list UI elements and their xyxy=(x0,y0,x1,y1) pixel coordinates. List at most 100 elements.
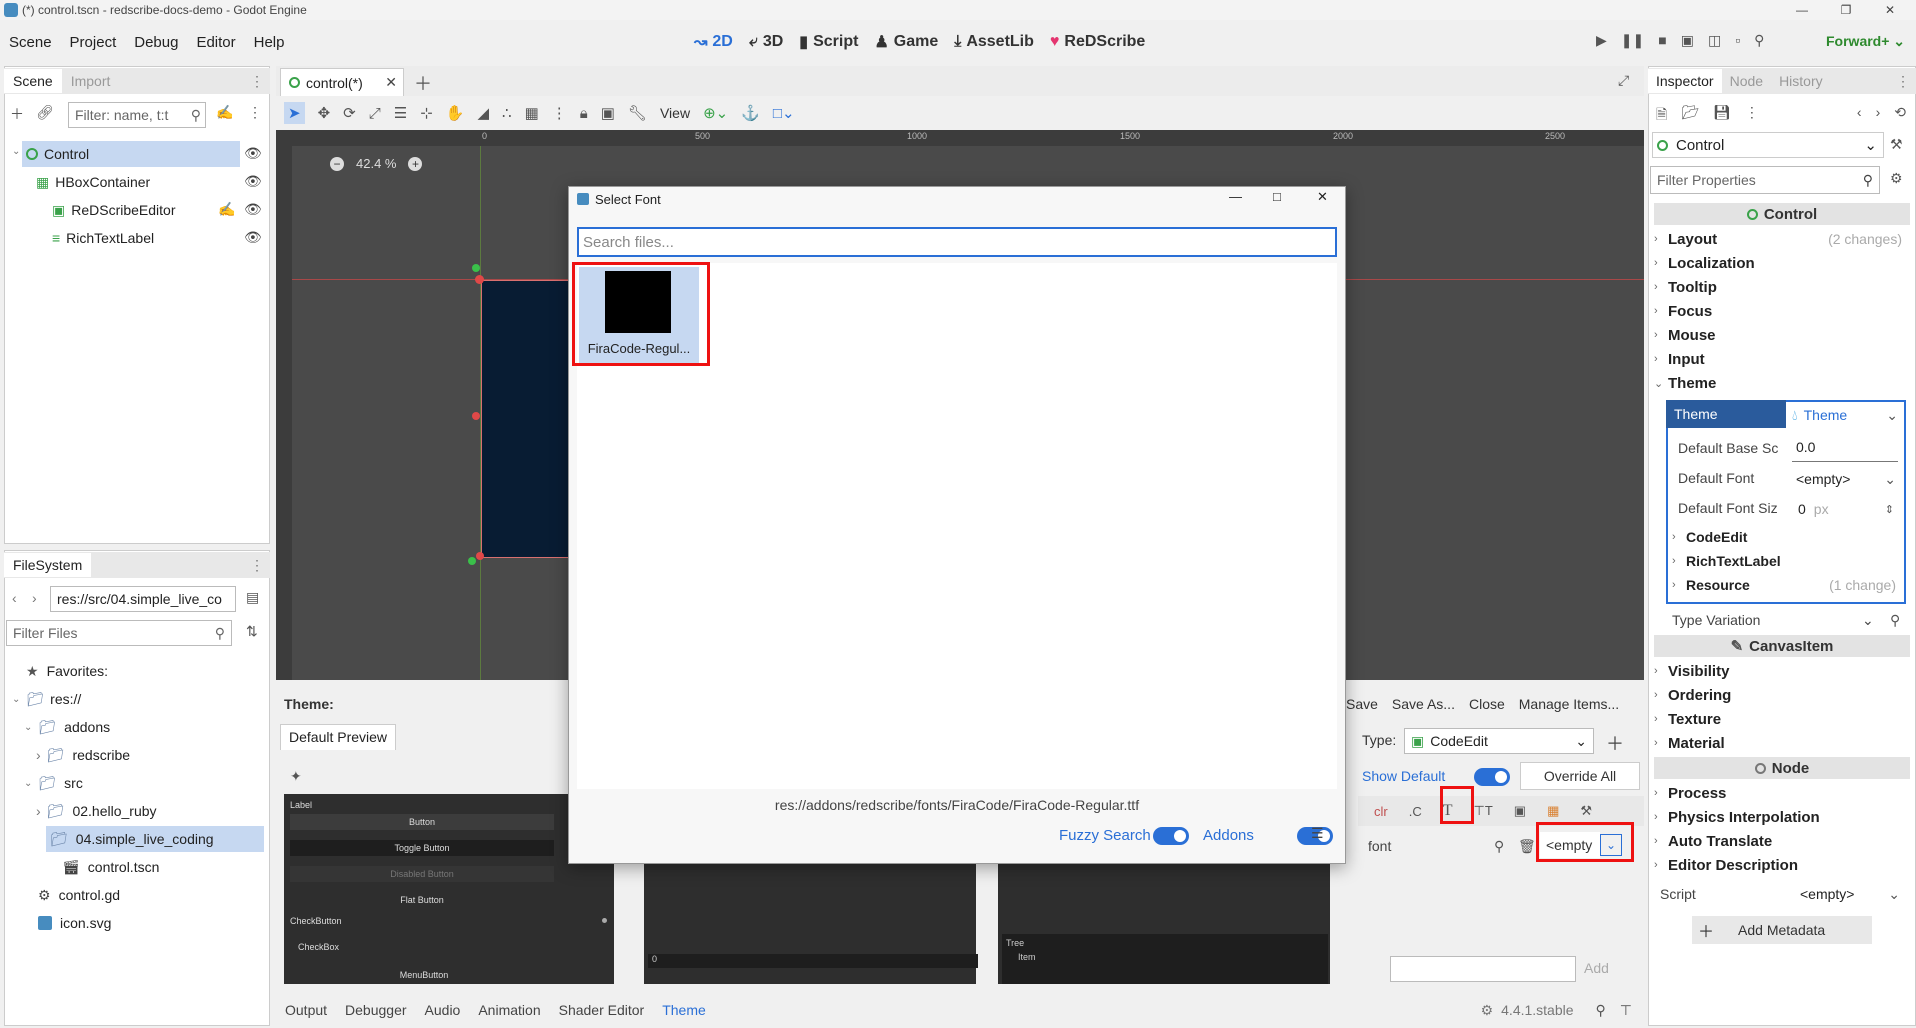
scene-filter-input[interactable]: Filter: name, t:t ⚲ xyxy=(68,102,206,128)
smart-snap-icon[interactable]: ∴ xyxy=(502,104,512,122)
default-font-size-input[interactable]: 0 px ⇕ xyxy=(1792,496,1898,522)
override-all-button[interactable]: Override All xyxy=(1520,762,1640,790)
move-tool-icon[interactable]: ✥ xyxy=(318,104,331,122)
tab-default-preview[interactable]: Default Preview xyxy=(280,724,397,750)
open-folder-icon[interactable]: 📂︎ xyxy=(1681,104,1699,128)
object-properties-icon[interactable]: ⚒ xyxy=(1890,136,1903,153)
search-files-input[interactable]: Search files... xyxy=(577,227,1337,257)
minimize-icon[interactable]: — xyxy=(1229,189,1242,204)
link-icon[interactable]: 🔗︎ xyxy=(36,104,54,124)
pin-panel-icon[interactable]: ⚲ xyxy=(1596,1002,1606,1019)
back-icon[interactable]: ‹ xyxy=(12,590,17,606)
group-ordering[interactable]: › Ordering xyxy=(1654,683,1910,707)
split-view-icon[interactable]: ▤ xyxy=(246,589,259,606)
view-menu[interactable]: View xyxy=(660,105,690,121)
add-node-icon[interactable]: ＋ xyxy=(10,104,24,124)
container-sizing-icon[interactable]: □⌄ xyxy=(773,104,795,122)
subgroup-codeedit[interactable]: › CodeEdit xyxy=(1672,525,1902,549)
menu-project[interactable]: Project xyxy=(61,34,126,51)
clapper-icon[interactable]: ▫ xyxy=(1735,32,1740,49)
pin-icon[interactable]: ⚲ xyxy=(1890,612,1900,629)
fs-addons[interactable]: ⌄ 📁︎ addons xyxy=(24,714,110,740)
font-size-items-icon[interactable]: ⊤T xyxy=(1474,803,1493,819)
maximize-icon[interactable]: □ xyxy=(1273,189,1281,204)
constant-items-icon[interactable]: .C xyxy=(1409,804,1422,819)
scene-tab-control[interactable]: control(*) ✕ xyxy=(280,68,404,96)
select-tool-icon[interactable]: ➤ xyxy=(284,102,305,124)
fs-control-gd[interactable]: ⚙ control.gd xyxy=(38,882,120,908)
profiler-icon[interactable]: ⚲ xyxy=(1754,32,1764,49)
subgroup-resource[interactable]: › Resource (1 change) xyxy=(1672,573,1902,597)
renderer-select[interactable]: Forward+ ⌄ xyxy=(1826,33,1905,50)
workspace-3d[interactable]: ⤶ 3D xyxy=(741,30,791,54)
restore-icon[interactable]: ❐ xyxy=(1824,0,1868,20)
zoom-in-icon[interactable]: + xyxy=(408,156,423,171)
workspace-assetlib[interactable]: ⤓ AssetLib xyxy=(946,30,1042,54)
anchor-icon[interactable]: ⚓ xyxy=(741,104,760,122)
icon-items-icon[interactable]: ▣ xyxy=(1514,803,1526,819)
type-select[interactable]: ▣ CodeEdit ⌄ xyxy=(1404,728,1594,754)
tab-node[interactable]: Node xyxy=(1722,69,1771,93)
theme-save-button[interactable]: Save xyxy=(1346,696,1378,712)
fuzzy-search-toggle[interactable] xyxy=(1153,827,1189,845)
tree-node-hboxcontainer[interactable]: ▦ HBoxContainer xyxy=(36,169,236,195)
save-icon[interactable]: 💾︎ xyxy=(1713,104,1731,128)
script-icon[interactable]: ✍ xyxy=(218,201,235,218)
workspace-script[interactable]: ▮ Script xyxy=(791,30,866,54)
group-icon[interactable]: ▣ xyxy=(601,104,615,122)
menu-help[interactable]: Help xyxy=(245,34,294,51)
group-localization[interactable]: › Localization xyxy=(1654,251,1910,275)
visibility-eye-icon[interactable]: 👁︎ xyxy=(244,201,262,218)
fs-favorites[interactable]: ★ Favorites: xyxy=(26,658,108,684)
rotate-tool-icon[interactable]: ⟳ xyxy=(343,104,356,122)
add-item-input[interactable] xyxy=(1390,956,1576,982)
add-type-icon[interactable]: ＋ xyxy=(1606,730,1624,756)
tab-debugger[interactable]: Debugger xyxy=(336,1002,416,1018)
fs-control-tscn[interactable]: 🎬︎ control.tscn xyxy=(62,854,159,880)
tab-shader-editor[interactable]: Shader Editor xyxy=(550,1002,654,1018)
sort-icon[interactable]: ⇅ xyxy=(246,623,258,640)
play-icon[interactable]: ▶ xyxy=(1596,32,1607,49)
dock-menu-icon[interactable]: ⋮ xyxy=(250,557,264,574)
group-auto-translate[interactable]: › Auto Translate xyxy=(1654,829,1910,853)
tab-filesystem[interactable]: FileSystem xyxy=(4,553,92,577)
history-back-icon[interactable]: ‹ xyxy=(1857,104,1862,128)
add-anchor-icon[interactable]: ⊕⌄ xyxy=(703,104,728,122)
pause-icon[interactable]: ❚❚ xyxy=(1621,32,1644,49)
trash-icon[interactable]: 🗑︎ xyxy=(1518,838,1536,855)
history-icon[interactable]: ⟲ xyxy=(1894,104,1906,128)
ruler-icon[interactable]: ◢ xyxy=(477,104,489,122)
grid-snap-icon[interactable]: ▦ xyxy=(525,104,539,122)
font-value-field[interactable]: <empty xyxy=(1540,832,1600,858)
tab-theme[interactable]: Theme xyxy=(653,1002,715,1018)
font-items-icon[interactable]: T xyxy=(1443,802,1453,820)
manage-items-button[interactable]: Manage Items... xyxy=(1519,696,1619,712)
script-attach-icon[interactable]: ✍ xyxy=(216,104,233,121)
fs-src[interactable]: ⌄ 📁︎ src xyxy=(24,770,83,796)
file-item-firacode[interactable]: FiraCode-Regul... xyxy=(579,267,699,363)
pivot-handle[interactable] xyxy=(468,557,476,565)
dock-menu-icon[interactable]: ⋮ xyxy=(1896,73,1910,90)
stylebox-items-icon[interactable]: ▦ xyxy=(1547,803,1559,819)
group-process[interactable]: › Process xyxy=(1654,781,1910,805)
tab-audio[interactable]: Audio xyxy=(416,1002,470,1018)
font-dropdown-button[interactable]: ⌄ xyxy=(1600,834,1622,856)
picker-icon[interactable]: ✦ xyxy=(290,768,302,785)
group-tooltip[interactable]: › Tooltip xyxy=(1654,275,1910,299)
group-editor-description[interactable]: › Editor Description xyxy=(1654,853,1910,877)
inspector-settings-icon[interactable]: ⚙ xyxy=(1890,170,1903,187)
group-focus[interactable]: › Focus xyxy=(1654,299,1910,323)
fs-hello-ruby[interactable]: › 📁︎ 02.hello_ruby xyxy=(36,798,157,824)
menu-debug[interactable]: Debug xyxy=(125,34,187,51)
close-window-icon[interactable]: ✕ xyxy=(1868,0,1912,20)
lock-icon[interactable]: 🔒︎ xyxy=(580,105,588,122)
menu-scene[interactable]: Scene xyxy=(0,34,61,51)
group-input[interactable]: › Input xyxy=(1654,347,1910,371)
fs-redscribe[interactable]: › 📁︎ redscribe xyxy=(36,742,130,768)
chevron-down-icon[interactable]: ⌄ xyxy=(1862,612,1874,629)
close-tab-icon[interactable]: ✕ xyxy=(385,74,397,91)
tab-scene[interactable]: Scene xyxy=(4,69,62,93)
default-font-picker[interactable]: <empty> ⌄ xyxy=(1796,466,1900,492)
resize-handle[interactable] xyxy=(472,412,480,420)
show-default-toggle[interactable] xyxy=(1474,768,1510,786)
